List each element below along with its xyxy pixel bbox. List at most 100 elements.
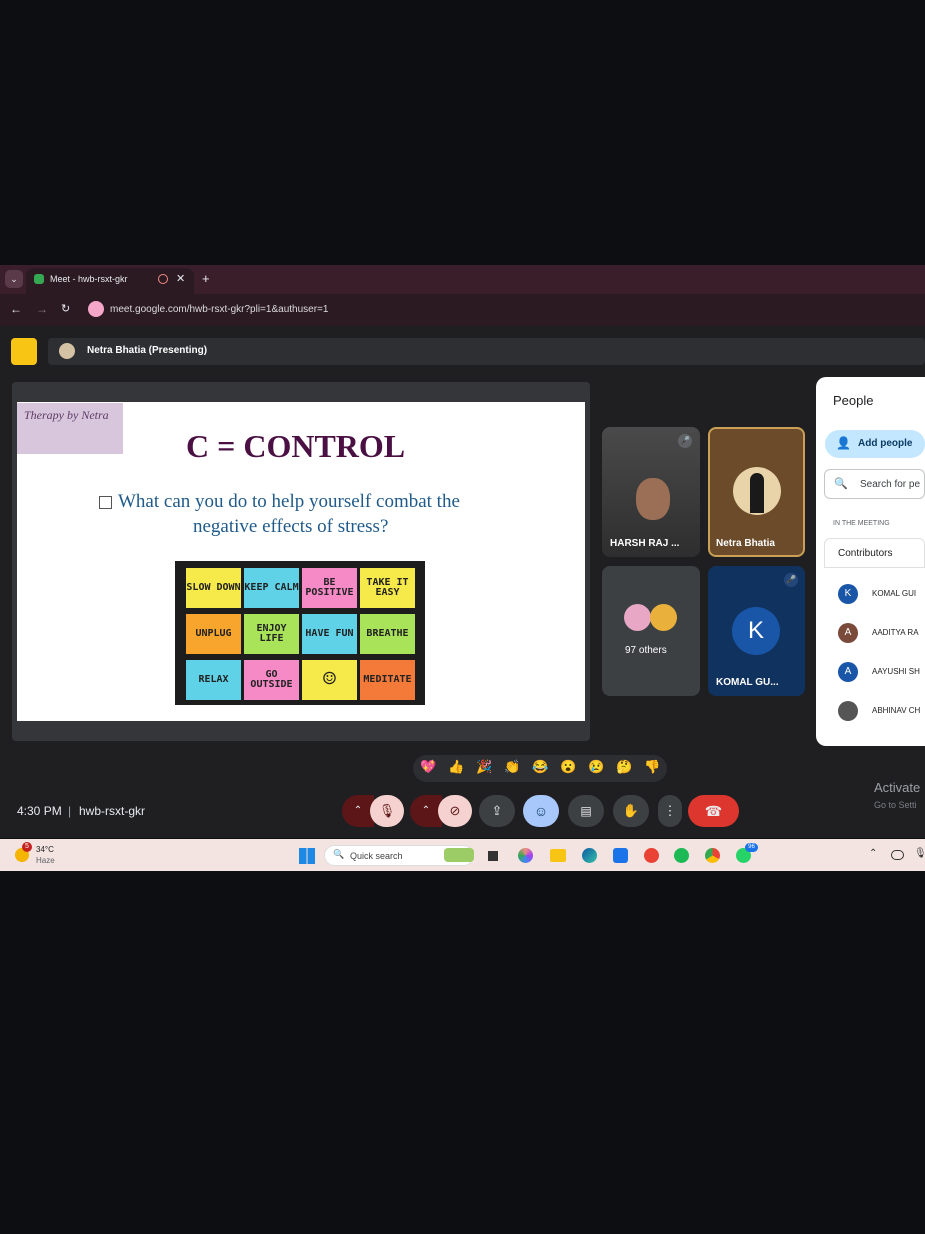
task-view-icon[interactable] [488,851,498,861]
contributors-label: Contributors [838,548,893,559]
participant-avatar: A [838,662,858,682]
copilot-icon[interactable] [518,848,533,863]
site-info-icon[interactable] [88,301,104,317]
participant-list-name[interactable]: AAYUSHI SH [872,667,925,676]
reaction-emoji[interactable]: 💖 [420,759,436,775]
participant-list-name[interactable]: AADITYA RA [872,628,925,637]
search-highlight-icon [444,848,474,862]
spotify-icon[interactable] [674,848,689,863]
reaction-emoji[interactable]: 🎉 [476,759,492,775]
raise-hand-button[interactable]: ✋ [613,795,649,827]
participant-avatar [838,701,858,721]
sticky-note: KEEP CALM [244,568,299,608]
participant-tile-others[interactable] [602,566,700,696]
participant-list-name[interactable]: ABHINAV CH [872,706,925,715]
edge-icon[interactable] [582,848,597,863]
meeting-time: 4:30 PM [17,804,62,818]
meet-favicon [34,274,44,284]
captions-button[interactable]: ▤ [568,795,604,827]
sticky-note: UNPLUG [186,614,241,654]
slide-question-line1: What can you do to help yourself combat … [118,491,460,512]
reaction-emoji[interactable]: 😮 [560,759,576,775]
back-icon[interactable]: ← [10,302,22,316]
tab-list-dropdown[interactable]: ⌄ [5,270,23,288]
tab-title: Meet - hwb-rsxt-gkr [50,274,128,284]
weather-badge: 5 [22,842,32,852]
weather-temp: 34°C [36,845,54,854]
add-person-icon: 👤 [836,436,851,450]
in-meeting-heading: IN THE MEETING [833,520,890,527]
participant-name-netra: Netra Bhatia [716,538,775,549]
app-icon[interactable] [644,848,659,863]
forward-icon[interactable]: → [36,302,48,316]
sticky-note: GO OUTSIDE [244,660,299,700]
others-avatar-1 [624,604,651,631]
people-panel-title: People [833,393,874,408]
sticky-note: MEDITATE [360,660,415,700]
participant-name-harsh: HARSH RAJ ... [610,538,680,549]
people-search-placeholder: Search for pe [860,479,921,490]
others-count: 97 others [625,645,667,656]
leave-call-button[interactable]: ☎ [688,795,739,827]
reload-icon[interactable]: ↻ [61,302,70,315]
sticky-note: TAKE IT EASY [360,568,415,608]
sticky-notes-image: SLOW DOWN KEEP CALM BE POSITIVE TAKE IT EAS… [175,561,425,705]
activate-windows-sub: Go to Setti [874,800,917,810]
recording-icon [158,274,168,284]
participant-avatar: K [838,584,858,604]
participant-face [636,478,670,520]
sticky-note: BE POSITIVE [302,568,357,608]
participant-avatar: A [838,623,858,643]
sticky-note: HAVE FUN [302,614,357,654]
muted-mic-icon: 🎤 [678,434,692,448]
presenting-label: Netra Bhatia (Presenting) [87,345,208,356]
mic-toggle-button[interactable]: 🎙 [370,795,404,827]
others-avatar-2 [650,604,677,631]
sticky-note: BREATHE [360,614,415,654]
komal-avatar: K [732,607,780,655]
info-separator: | [68,804,72,818]
search-icon: 🔍 [834,478,848,490]
tray-chevron-icon[interactable]: ⌃ [869,848,877,859]
slide-logo-text: Therapy by Netra [24,408,109,422]
sticky-note: RELAX [186,660,241,700]
reaction-emoji[interactable]: 😂 [532,759,548,775]
close-tab-icon[interactable]: ✕ [176,272,185,285]
whatsapp-badge: 96 [745,843,758,852]
sticky-note: SLOW DOWN [186,568,241,608]
start-icon[interactable] [299,848,315,864]
reaction-emoji[interactable]: 👍 [448,759,464,775]
netra-figure [750,473,764,513]
url-field[interactable]: meet.google.com/hwb-rsxt-gkr?pli=1&authu… [110,304,328,315]
meeting-code: hwb-rsxt-gkr [79,804,146,818]
file-explorer-icon[interactable] [550,849,566,862]
taskbar-search-placeholder: Quick search [350,851,403,861]
slide-question-line2: negative effects of stress? [193,516,389,537]
present-button[interactable]: ⇪ [479,795,515,827]
participant-name-komal: KOMAL GU... [716,677,779,688]
new-tab-button[interactable]: + [202,271,210,286]
emoji-button[interactable]: ☺ [523,795,559,827]
more-options-button[interactable]: ⋮ [658,795,682,827]
add-people-label: Add people [858,438,913,449]
store-icon[interactable] [613,848,628,863]
sticky-note: ENJOY LIFE [244,614,299,654]
presenter-avatar [59,343,75,359]
reaction-emoji[interactable]: 🤔 [616,759,632,775]
slide-title: C = CONTROL [186,428,406,464]
tray-mic-icon[interactable]: 🎙 [914,848,925,859]
camera-toggle-button[interactable]: ⊘ [438,795,472,827]
layout-icon[interactable] [11,338,37,365]
weather-desc: Haze [36,856,55,865]
checkbox-bullet-icon [99,496,112,509]
reaction-emoji[interactable]: 😢 [588,759,604,775]
muted-mic-icon: 🎤 [784,573,798,587]
activate-windows-title: Activate [874,780,921,795]
tray-cloud-icon[interactable] [891,850,904,860]
chrome-icon[interactable] [705,848,720,863]
reaction-emoji[interactable]: 👎 [644,759,660,775]
taskbar-search-icon: 🔍 [333,849,345,859]
sticky-note: ☺ [302,660,357,700]
participant-list-name[interactable]: KOMAL GUI [872,589,925,598]
reaction-emoji[interactable]: 👏 [504,759,520,775]
